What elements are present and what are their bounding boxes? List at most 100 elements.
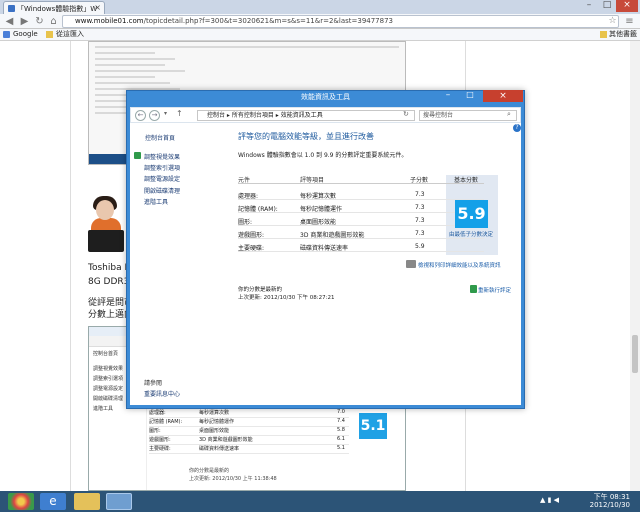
product-name: Toshiba R: [88, 263, 131, 273]
bookmark-import[interactable]: 從這匯入: [56, 29, 84, 40]
bg-row-score: 5.1: [337, 445, 345, 451]
search-icon[interactable]: ⌕: [507, 110, 511, 119]
browser-tab[interactable]: 「Windows體驗指數」W ×: [3, 1, 105, 14]
forward-icon[interactable]: →: [149, 110, 160, 121]
bg-row-rated: 每秒運算次數: [199, 410, 230, 416]
bookmark-google[interactable]: Google: [13, 29, 38, 40]
bg-updated: 上次更新: 2012/10/30 上午 11:38:48: [189, 476, 277, 482]
star-icon[interactable]: ☆: [606, 15, 619, 28]
see-also-label: 請參閱: [144, 380, 163, 387]
base-score-badge: 5.9: [455, 200, 488, 228]
page-subtitle: Windows 體驗指數會以 1.0 到 9.9 的分數評定重要系統元件。: [238, 152, 408, 159]
bg-score-table: 處理器: 每秒運算次數 7.0 記憶體 (RAM): 每秒記憶體運作 7.4 圖形: 桌面…: [149, 409, 349, 454]
window-maximize-button[interactable]: □: [598, 0, 616, 12]
home-icon[interactable]: ⌂: [47, 15, 60, 28]
rerun-assessment-link[interactable]: 重新執行評定: [478, 286, 511, 294]
breadcrumb-item[interactable]: 控制台: [207, 112, 225, 119]
explorer-icon[interactable]: [74, 493, 100, 510]
bg-row-rated: 每秒記憶體運作: [199, 419, 235, 425]
table-row: 處理器: 每秒運算次數 7.3: [238, 189, 484, 200]
last-updated: 上次更新: 2012/10/30 下午 08:27:21: [238, 295, 335, 301]
bg-row-label: 記憶體 (RAM):: [149, 419, 183, 425]
row-component: 遊戲圖形:: [238, 232, 265, 239]
chrome-icon[interactable]: [8, 493, 34, 510]
row-rated: 桌面圖形效能: [300, 219, 337, 226]
bg-row-label: 處理器:: [149, 410, 166, 416]
action-center-link[interactable]: 重要訊息中心: [144, 389, 180, 398]
row-score: 7.3: [415, 191, 425, 198]
reload-icon[interactable]: ↻: [33, 15, 46, 28]
google-icon: [3, 31, 10, 38]
tray-icons[interactable]: ▲ ▮ ◀: [540, 496, 559, 504]
bg-status: 你的分數是最新的: [189, 468, 230, 474]
clock-date: 2012/10/30: [589, 501, 630, 509]
row-component: 記憶體 (RAM):: [238, 206, 278, 213]
dialog-address-bar: ← → ▾ ↑ 控制台 ▸ 所有控制台項目 ▸ 效能資訊及工具 ↻ 搜尋控制台 …: [130, 107, 521, 123]
dialog-maximize-button[interactable]: □: [460, 90, 480, 100]
bg-row-rated: 桌面圖形效能: [199, 428, 230, 434]
ie-icon[interactable]: e: [40, 493, 66, 510]
window-close-button[interactable]: ×: [616, 0, 638, 12]
row-score: 7.3: [415, 217, 425, 224]
up-icon[interactable]: ↑: [176, 109, 183, 118]
dialog-main: 評等您的電腦效能等級，並且進行改善 Windows 體驗指數會以 1.0 到 9…: [224, 123, 521, 405]
nav-advanced-tools[interactable]: 進階工具: [144, 197, 168, 206]
folder-icon: [600, 31, 607, 38]
row-component: 處理器:: [238, 193, 259, 200]
nav-control-panel-home[interactable]: 控制台首頁: [145, 133, 175, 142]
back-icon[interactable]: ◀: [3, 15, 16, 28]
breadcrumb[interactable]: 控制台 ▸ 所有控制台項目 ▸ 效能資訊及工具: [197, 110, 415, 121]
col-rated: 評等項目: [300, 177, 325, 184]
row-score: 7.3: [415, 230, 425, 237]
menu-icon[interactable]: ≡: [623, 15, 636, 28]
page-divider: [70, 41, 71, 491]
url-path: /topicdetail.php?f=300&t=3020621&m=s&s=1…: [143, 17, 393, 25]
page-scrollbar[interactable]: [630, 41, 640, 491]
shield-icon: [134, 152, 141, 159]
search-input[interactable]: 搜尋控制台: [419, 110, 517, 121]
tab-close-icon[interactable]: ×: [94, 3, 101, 12]
clock[interactable]: 下午 08:31 2012/10/30: [590, 493, 630, 509]
back-icon[interactable]: ←: [135, 110, 146, 121]
row-rated: 磁碟資料傳送速率: [300, 245, 349, 252]
view-details-link[interactable]: 檢視和列印詳細效能以及系統資訊: [418, 261, 501, 269]
row-score: 5.9: [415, 243, 425, 250]
bg-row-rated: 磁碟資料傳送速率: [199, 446, 240, 452]
dialog-minimize-button[interactable]: –: [438, 90, 458, 100]
control-panel-icon[interactable]: [106, 493, 132, 510]
table-header: 元件 評等項目 子分數 基本分數: [238, 175, 484, 184]
breadcrumb-item[interactable]: 效能資訊及工具: [281, 112, 323, 119]
tab-title: 「Windows體驗指數」W: [17, 5, 98, 13]
bg-row-score: 6.1: [337, 436, 345, 442]
help-icon[interactable]: ?: [513, 124, 521, 132]
url-domain: www.mobile01.com: [75, 17, 144, 25]
breadcrumb-item[interactable]: 所有控制台項目: [232, 112, 274, 119]
row-rated: 3D 商業和遊戲圖形效能: [300, 232, 365, 239]
windows-taskbar: e ▲ ▮ ◀ 下午 08:31 2012/10/30: [0, 491, 640, 512]
forward-icon[interactable]: ▶: [18, 15, 31, 28]
nav-visual-effects[interactable]: 調整視覺效果: [144, 152, 180, 161]
window-minimize-button[interactable]: –: [580, 0, 598, 12]
performance-window: 效能資訊及工具 – □ × ← → ▾ ↑ 控制台 ▸ 所有控制台項目 ▸ 效能…: [126, 90, 525, 409]
page-heading: 評等您的電腦效能等級，並且進行改善: [238, 132, 374, 141]
bg-row-score: 7.4: [337, 418, 345, 424]
dialog-body: 控制台首頁 調整視覺效果 調整索引選項 調整電源設定 開啟磁碟清理 進階工具 請…: [130, 123, 521, 405]
nav-power-settings[interactable]: 調整電源設定: [144, 174, 180, 183]
favicon-icon: [8, 5, 15, 12]
recent-icon[interactable]: ▾: [164, 110, 167, 117]
score-status: 你的分數是最新的: [238, 287, 283, 293]
nav-index-options[interactable]: 調整索引選項: [144, 163, 180, 172]
address-bar[interactable]: www.mobile01.com/topicdetail.php?f=300&t…: [62, 15, 619, 28]
printer-icon: [406, 260, 416, 268]
scrollbar-thumb[interactable]: [632, 335, 638, 373]
refresh-icon[interactable]: ↻: [403, 110, 409, 118]
bookmark-other[interactable]: 其他書籤: [609, 29, 637, 40]
nav-disk-cleanup[interactable]: 開啟磁碟清理: [144, 186, 180, 195]
clock-time: 下午 08:31: [593, 493, 630, 501]
table-row: 主要硬碟: 磁碟資料傳送速率 5.9: [238, 241, 484, 252]
bg-row-label: 主要硬碟:: [149, 446, 171, 452]
row-rated: 每秒運算次數: [300, 193, 337, 200]
dialog-close-button[interactable]: ×: [483, 90, 523, 102]
bg-row-label: 圖形:: [149, 428, 161, 434]
browser-toolbar: ◀ ▶ ↻ ⌂ www.mobile01.com/topicdetail.php…: [0, 14, 640, 29]
